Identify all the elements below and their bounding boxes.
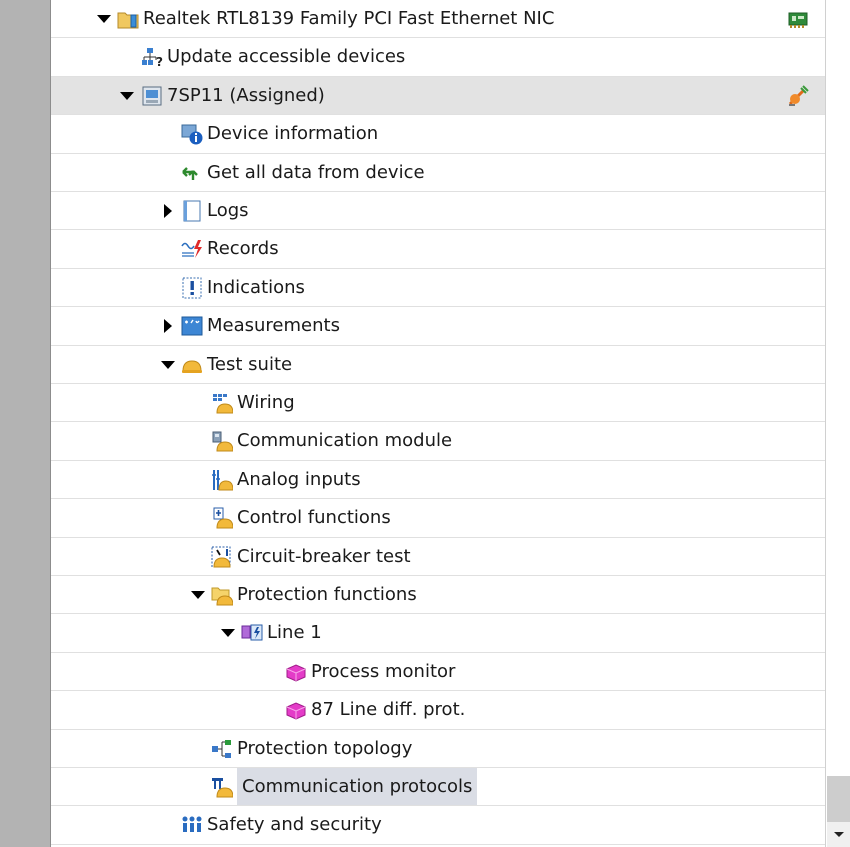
line-icon: [241, 622, 263, 644]
scrollbar-thumb[interactable]: [827, 776, 850, 822]
expand-toggle[interactable]: [160, 357, 176, 373]
protection-functions-icon: [211, 584, 233, 606]
expand-toggle[interactable]: [160, 318, 176, 334]
tree-item-label: Protection topology: [237, 737, 413, 759]
protocols-icon: [211, 776, 233, 798]
tree-item-indications[interactable]: Indications: [51, 269, 825, 308]
tree-item-label: 7SP11 (Assigned): [167, 84, 325, 106]
indications-icon: [181, 277, 203, 299]
tree-item-test-suite[interactable]: Test suite: [51, 346, 825, 384]
tree-item-safety-and-security[interactable]: Safety and security: [51, 806, 825, 845]
circuit-breaker-icon: [211, 546, 233, 568]
function-block-icon: [285, 699, 307, 721]
tree-item-circuit-breaker-test[interactable]: Circuit-breaker test: [51, 538, 825, 576]
tree-item-label: Safety and security: [207, 814, 382, 836]
control-functions-icon: [211, 507, 233, 529]
communication-module-icon: [211, 430, 233, 452]
tree-item-label: Get all data from device: [207, 161, 425, 183]
device-icon: [141, 85, 163, 107]
tree-item-label-selected: Communication protocols: [237, 768, 478, 805]
measurements-icon: [181, 315, 203, 337]
tree-item-measurements[interactable]: Measurements: [51, 307, 825, 346]
test-suite-icon: [181, 354, 203, 376]
tree-item-label: Control functions: [237, 507, 391, 529]
tree-item-wiring[interactable]: Wiring: [51, 384, 825, 423]
update-devices-icon: ?: [141, 46, 163, 68]
tree-item-get-all-data[interactable]: Get all data from device: [51, 154, 825, 192]
tree-item-update-accessible-devices[interactable]: ? Update accessible devices: [51, 38, 825, 77]
project-tree: Realtek RTL8139 Family PCI Fast Ethernet…: [51, 0, 825, 847]
expand-toggle[interactable]: [119, 88, 135, 104]
tree-item-label: Process monitor: [311, 660, 456, 682]
tree-item-control-functions[interactable]: Control functions: [51, 499, 825, 538]
tree-item-network-adapter[interactable]: Realtek RTL8139 Family PCI Fast Ethernet…: [51, 0, 825, 39]
left-panel-bar: [0, 0, 51, 847]
analog-inputs-icon: [211, 469, 233, 491]
tree-item-logs[interactable]: Logs: [51, 192, 825, 231]
tree-item-device-information[interactable]: Device information: [51, 115, 825, 154]
tree-item-label: Protection functions: [237, 584, 417, 605]
tree-item-label: Analog inputs: [237, 468, 361, 490]
security-icon: [181, 814, 203, 836]
vertical-scrollbar[interactable]: [825, 0, 850, 847]
tree-item-label: Test suite: [207, 353, 293, 375]
tree-item-label: Records: [207, 238, 279, 260]
expand-toggle[interactable]: [190, 587, 206, 603]
tree-item-communication-protocols[interactable]: Communication protocols: [51, 768, 825, 807]
tree-item-protection-functions[interactable]: Protection functions: [51, 576, 825, 615]
expand-toggle[interactable]: [160, 203, 176, 219]
info-icon: [181, 123, 203, 145]
tree-item-label: Communication module: [237, 430, 453, 452]
network-card-icon: [787, 8, 809, 30]
tree-item-label: Device information: [207, 123, 379, 145]
records-icon: [181, 238, 203, 260]
tree-item-label: Realtek RTL8139 Family PCI Fast Ethernet…: [143, 8, 555, 29]
tree-item-label: Logs: [207, 200, 249, 221]
tree-item-label: Update accessible devices: [167, 46, 406, 68]
folder-network-icon: [117, 8, 139, 30]
tree-item-process-monitor[interactable]: Process monitor: [51, 653, 825, 692]
tree-item-communication-module[interactable]: Communication module: [51, 422, 825, 461]
topology-icon: [211, 738, 233, 760]
tree-item-label: 87 Line diff. prot.: [311, 699, 466, 721]
logs-icon: [181, 200, 203, 222]
tree-item-line-1[interactable]: Line 1: [51, 614, 825, 653]
tree-item-records[interactable]: Records: [51, 230, 825, 269]
tree-item-label: Wiring: [237, 392, 295, 413]
tree-item-protection-topology[interactable]: Protection topology: [51, 730, 825, 768]
wiring-icon: [211, 392, 233, 414]
tree-item-label: Measurements: [207, 315, 340, 337]
function-block-icon: [285, 661, 307, 683]
tree-item-label: Line 1: [267, 622, 322, 644]
tree-item-label: Circuit-breaker test: [237, 545, 411, 567]
expand-toggle[interactable]: [220, 625, 236, 641]
get-data-icon: [181, 162, 203, 184]
tree-item-device-7sp11[interactable]: 7SP11 (Assigned): [51, 76, 825, 116]
tree-item-label: Indications: [207, 276, 305, 298]
expand-toggle[interactable]: [96, 11, 112, 27]
svg-text:?: ?: [156, 55, 163, 68]
tree-item-analog-inputs[interactable]: Analog inputs: [51, 461, 825, 500]
online-connection-icon: [787, 85, 809, 107]
scroll-down-arrow-icon[interactable]: [827, 822, 850, 847]
tree-item-line-diff-prot[interactable]: 87 Line diff. prot.: [51, 691, 825, 730]
